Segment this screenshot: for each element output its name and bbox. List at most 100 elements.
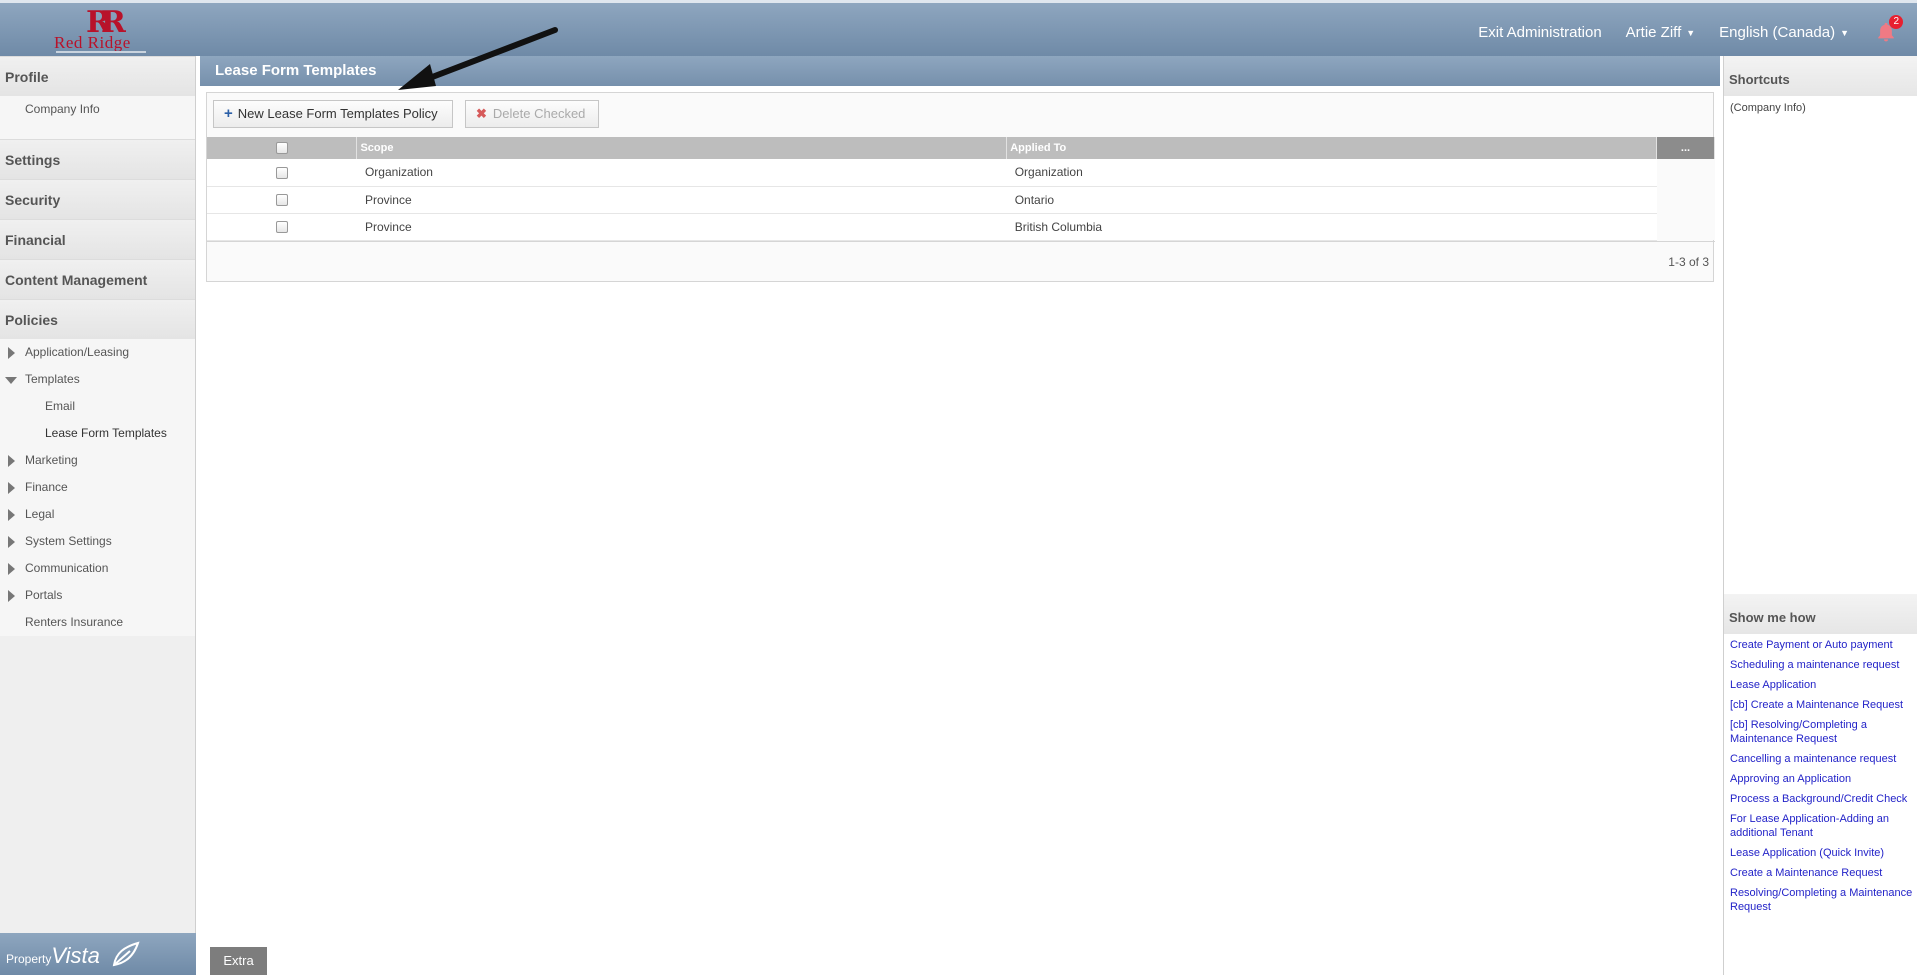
sidebar-item-system-settings[interactable]: System Settings (0, 528, 195, 555)
sidebar-item-communication[interactable]: Communication (0, 555, 195, 582)
row-checkbox-cell (207, 213, 357, 241)
pagination-summary: 1-3 of 3 (1668, 255, 1709, 269)
sidebar-gap (0, 123, 195, 139)
how-link[interactable]: Lease Application (Quick Invite) (1730, 846, 1913, 860)
how-link[interactable]: For Lease Application-Adding an addition… (1730, 812, 1913, 840)
plus-icon: + (224, 105, 233, 122)
language-label: English (Canada) (1719, 23, 1836, 41)
sidebar-item-label: Legal (25, 507, 55, 521)
show-me-how-list: Create Payment or Auto payment Schedulin… (1724, 634, 1917, 914)
new-button-label: New Lease Form Templates Policy (237, 106, 438, 121)
top-bar: RR Red Ridge Exit Administration Artie Z… (0, 0, 1917, 56)
how-link[interactable]: [cb] Resolving/Completing a Maintenance … (1730, 718, 1913, 746)
sidebar-item-finance[interactable]: Finance (0, 474, 195, 501)
row-checkbox[interactable] (275, 194, 288, 207)
sidebar-item-company-info[interactable]: Company Info (0, 96, 195, 123)
collapse-arrow-icon (5, 377, 17, 384)
how-link[interactable]: Resolving/Completing a Maintenance Reque… (1730, 886, 1913, 914)
delete-button-label: Delete Checked (492, 106, 586, 121)
table-header-row: Scope Applied To ... (207, 137, 1715, 159)
show-me-how-title: Show me how (1724, 594, 1917, 634)
notifications-button[interactable]: 2 (1875, 15, 1903, 43)
property-vista-logo: PropertyVista (6, 943, 100, 969)
select-all-header (207, 137, 358, 159)
select-all-checkbox[interactable] (275, 142, 288, 155)
expand-arrow-icon (8, 563, 15, 575)
cell-blank (1656, 159, 1715, 186)
chevron-down-icon: ▼ (1840, 27, 1849, 38)
user-menu[interactable]: Artie Ziff ▼ (1626, 24, 1696, 41)
sidebar-item-label: Portals (25, 588, 63, 602)
cell-applied-to: Organization (1006, 159, 1657, 187)
cell-scope: Organization (356, 159, 1007, 187)
shortcut-item[interactable]: (Company Info) (1730, 102, 1806, 114)
how-link[interactable]: [cb] Create a Maintenance Request (1730, 698, 1913, 712)
notification-count-badge: 2 (1889, 15, 1903, 29)
templates-panel: + New Lease Form Templates Policy ✖ Delete… (206, 92, 1715, 282)
row-checkbox[interactable] (275, 167, 288, 180)
delete-checked-button[interactable]: ✖ Delete Checked (465, 100, 599, 128)
shortcuts-title: Shortcuts (1724, 56, 1917, 96)
how-link[interactable]: Scheduling a maintenance request (1730, 658, 1913, 672)
red-ridge-logo[interactable]: RR Red Ridge (50, 5, 150, 55)
how-link[interactable]: Create a Maintenance Request (1730, 866, 1913, 880)
cell-blank (1656, 186, 1715, 213)
cell-scope: Province (356, 186, 1007, 214)
sidebar-section-profile[interactable]: Profile (0, 56, 195, 96)
cell-blank (1656, 213, 1715, 240)
logo-property-text: Property (6, 952, 52, 966)
extra-tab[interactable]: Extra (210, 947, 267, 975)
exit-administration-link[interactable]: Exit Administration (1478, 24, 1601, 41)
how-link[interactable]: Create Payment or Auto payment (1730, 638, 1913, 652)
right-sidebar: Shortcuts (Company Info) Show me how Cre… (1723, 56, 1917, 975)
table-row[interactable]: Province Ontario (207, 186, 1715, 214)
row-checkbox-cell (207, 186, 357, 214)
sidebar-item-label: System Settings (25, 534, 112, 548)
templates-table: Scope Applied To ... Organization Organi… (207, 137, 1715, 241)
chevron-down-icon: ▼ (1686, 27, 1696, 38)
user-name: Artie Ziff (1625, 23, 1682, 41)
logo-underline (56, 51, 146, 53)
expand-arrow-icon (8, 482, 15, 494)
table-row[interactable]: Province British Columbia (207, 213, 1715, 241)
language-menu[interactable]: English (Canada) ▼ (1719, 24, 1849, 41)
top-nav: Exit Administration Artie Ziff ▼ English … (1454, 15, 1903, 43)
sidebar-item-renters-insurance[interactable]: Renters Insurance (0, 609, 195, 636)
how-link[interactable]: Process a Background/Credit Check (1730, 792, 1913, 806)
how-link[interactable]: Lease Application (1730, 678, 1913, 692)
sidebar-section-content-management[interactable]: Content Management (0, 259, 195, 299)
page-title: Lease Form Templates (200, 56, 1720, 86)
sidebar-section-policies[interactable]: Policies (0, 299, 195, 339)
leaf-icon (112, 941, 140, 967)
sidebar-item-templates[interactable]: Templates (0, 366, 195, 393)
column-options-button[interactable]: ... (1656, 137, 1715, 159)
how-link[interactable]: Cancelling a maintenance request (1730, 752, 1913, 766)
sidebar-item-lease-form-templates[interactable]: Lease Form Templates (0, 420, 195, 447)
toolbar: + New Lease Form Templates Policy ✖ Delete… (207, 93, 1713, 137)
sidebar-item-marketing[interactable]: Marketing (0, 447, 195, 474)
sidebar-item-label: Marketing (25, 453, 78, 467)
sidebar-item-legal[interactable]: Legal (0, 501, 195, 528)
sidebar-item-email[interactable]: Email (0, 393, 195, 420)
table-row[interactable]: Organization Organization (207, 159, 1715, 187)
expand-arrow-icon (8, 347, 15, 359)
new-lease-form-templates-policy-button[interactable]: + New Lease Form Templates Policy (213, 100, 453, 128)
sidebar-item-application-leasing[interactable]: Application/Leasing (0, 339, 195, 366)
sidebar-item-label: Communication (25, 561, 109, 575)
row-checkbox[interactable] (275, 221, 288, 234)
sidebar-item-label: Templates (25, 372, 80, 386)
sidebar-section-security[interactable]: Security (0, 179, 195, 219)
sidebar-section-settings[interactable]: Settings (0, 139, 195, 179)
row-checkbox-cell (207, 159, 357, 187)
sidebar-item-portals[interactable]: Portals (0, 582, 195, 609)
column-header-applied-to[interactable]: Applied To (1006, 137, 1657, 159)
property-vista-footer: PropertyVista (0, 933, 196, 975)
main-content: Lease Form Templates + New Lease Form Tem… (200, 56, 1720, 975)
expand-arrow-icon (8, 536, 15, 548)
logo-vista-text: Vista (51, 943, 100, 968)
logo-text: Red Ridge (54, 33, 131, 52)
column-header-scope[interactable]: Scope (356, 137, 1008, 159)
expand-arrow-icon (8, 455, 15, 467)
how-link[interactable]: Approving an Application (1730, 772, 1913, 786)
sidebar-section-financial[interactable]: Financial (0, 219, 195, 259)
